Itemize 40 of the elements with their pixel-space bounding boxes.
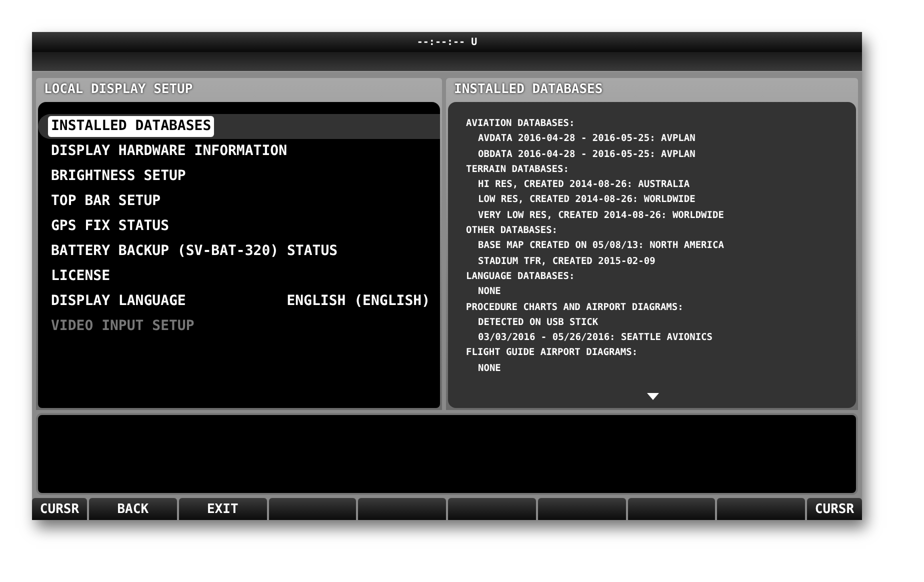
database-entry: BASE MAP CREATED ON 05/08/13: NORTH AMERICA (477, 239, 724, 254)
section-heading: PROCEDURE CHARTS AND AIRPORT DIAGRAMS: (466, 300, 684, 315)
softkey[interactable] (628, 498, 716, 520)
database-entry: 03/03/2016 - 05/26/2016: SEATTLE AVIONICS (477, 331, 712, 346)
section-heading: TERRAIN DATABASES: (466, 162, 569, 177)
database-entry: AVDATA 2016-04-28 - 2016-05-25: AVPLAN (477, 132, 696, 146)
database-entry: NONE (477, 285, 501, 300)
section-heading: OTHER DATABASES: (466, 224, 558, 238)
clock-text: --:--:-- U (416, 36, 478, 50)
database-entry: OBDATA 2016-04-28 - 2016-05-25: AVPLAN (477, 148, 696, 162)
section-heading: AVIATION DATABASES: (466, 117, 575, 131)
menu-item-value: ENGLISH (ENGLISH) (286, 292, 430, 311)
panel-title: INSTALLED DATABASES (453, 81, 604, 99)
section-heading: FLIGHT GUIDE AIRPORT DIAGRAMS: (466, 346, 638, 360)
database-entry: STADIUM TFR, CREATED 2015-02-09 (477, 254, 656, 269)
section-heading: LANGUAGE DATABASES: (466, 270, 575, 284)
database-entry: VERY LOW RES, CREATED 2014-08-26: WORLDWIDE (477, 208, 724, 223)
softkey[interactable]: EXIT (178, 498, 266, 520)
softkey[interactable] (448, 498, 536, 520)
softkey[interactable] (358, 498, 446, 520)
menu-item[interactable]: BRIGHTNESS SETUP (48, 166, 189, 187)
softkey[interactable]: CURSR (807, 498, 862, 520)
menu-item[interactable]: DISPLAY LANGUAGE (48, 291, 189, 312)
menu-item[interactable]: BATTERY BACKUP (SV-BAT-320) STATUS (48, 241, 341, 262)
panel-title: LOCAL DISPLAY SETUP (43, 81, 194, 99)
menu-item[interactable]: GPS FIX STATUS (48, 216, 172, 237)
database-entry: LOW RES, CREATED 2014-08-26: WORLDWIDE (477, 193, 696, 208)
scroll-down-icon[interactable] (647, 393, 659, 400)
softkey[interactable] (268, 498, 356, 520)
menu-item[interactable]: LICENSE (48, 266, 114, 287)
database-entry: NONE (477, 362, 501, 376)
menu-item[interactable]: DISPLAY HARDWARE INFORMATION (48, 141, 290, 162)
database-entry: HI RES, CREATED 2014-08-26: AUSTRALIA (477, 178, 690, 192)
softkey[interactable]: CURSR (32, 498, 87, 520)
softkey[interactable] (538, 498, 626, 520)
database-entry: DETECTED ON USB STICK (477, 316, 598, 330)
menu-item[interactable]: INSTALLED DATABASES (48, 116, 214, 137)
softkey[interactable] (717, 498, 805, 520)
menu-item[interactable]: TOP BAR SETUP (48, 191, 164, 212)
softkey[interactable]: BACK (89, 498, 177, 520)
